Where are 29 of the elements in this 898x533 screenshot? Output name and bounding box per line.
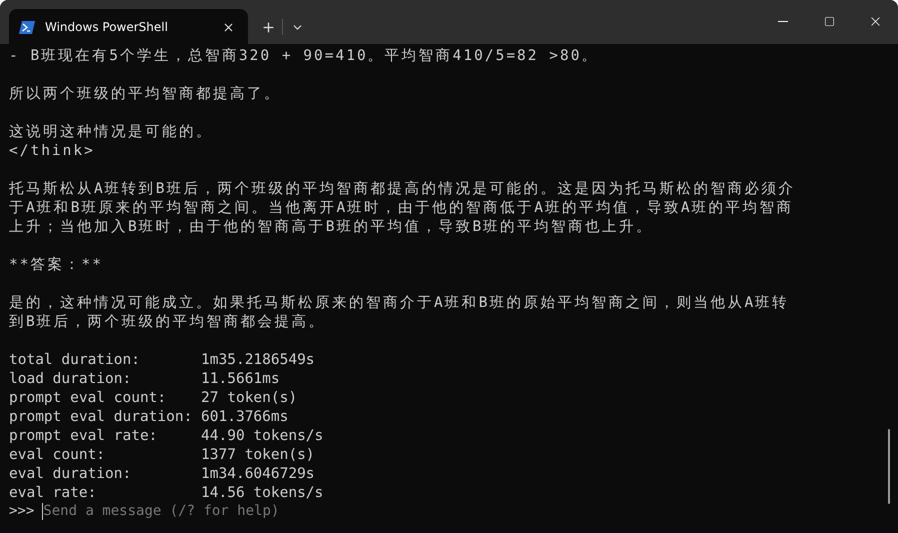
text-cursor [42,503,44,520]
output-line: 所以两个班级的平均智商都提高了。 [9,85,281,104]
output-line: prompt eval rate: 44.90 tokens/s [9,427,324,446]
plus-icon [260,20,276,34]
prompt-symbol: >>> [9,502,34,521]
output-line: 这说明这种情况是可能的。 [9,123,213,142]
output-line: 于A班和B班原来的平均智商之间。当他离开A班时，由于他的智商低于A班的平均值，导致A班的平均智商 [9,199,794,218]
tab-title: Windows PowerShell [45,19,169,36]
terminal-tab[interactable]: Windows PowerShell [9,9,248,45]
output-line: </think> [9,142,95,161]
output-line: eval count: 1377 token(s) [9,446,315,465]
maximize-icon [824,16,834,26]
output-line: prompt eval duration: 601.3766ms [9,408,288,427]
output-line: total duration: 1m35.2186549s [9,351,315,370]
output-line: load duration: 11.5661ms [9,370,280,389]
input-field[interactable]: Send a message (/? for help) [42,502,280,521]
output-line: eval duration: 1m34.6046729s [9,465,315,484]
output-line: eval rate: 14.56 tokens/s [9,484,324,503]
scrollbar[interactable] [888,429,890,504]
output-line: prompt eval count: 27 token(s) [9,389,298,408]
powershell-icon [19,20,35,34]
minimize-icon [778,20,788,22]
output-line: 托马斯松从A班转到B班后，两个班级的平均智商都提高的情况是可能的。这是因为托马斯松的智商必须介 [9,180,796,199]
output-line: - B班现在有5个学生，总智商320 + 90=410。平均智商410/5=82 >80。 [9,47,598,66]
close-icon [222,20,234,34]
output-line: 到B班后，两个班级的平均智商都会提高。 [9,313,326,332]
output-line: 是的，这种情况可能成立。如果托马斯松原来的智商介于A班和B班的原始平均智商之间，则当他从A班转 [9,294,790,313]
output-line: 上升；当他加入B班时，由于他的智商高于B班的平均值，导致B班的平均智商也上升。 [9,218,654,237]
output-line: **答案：** [9,256,103,275]
